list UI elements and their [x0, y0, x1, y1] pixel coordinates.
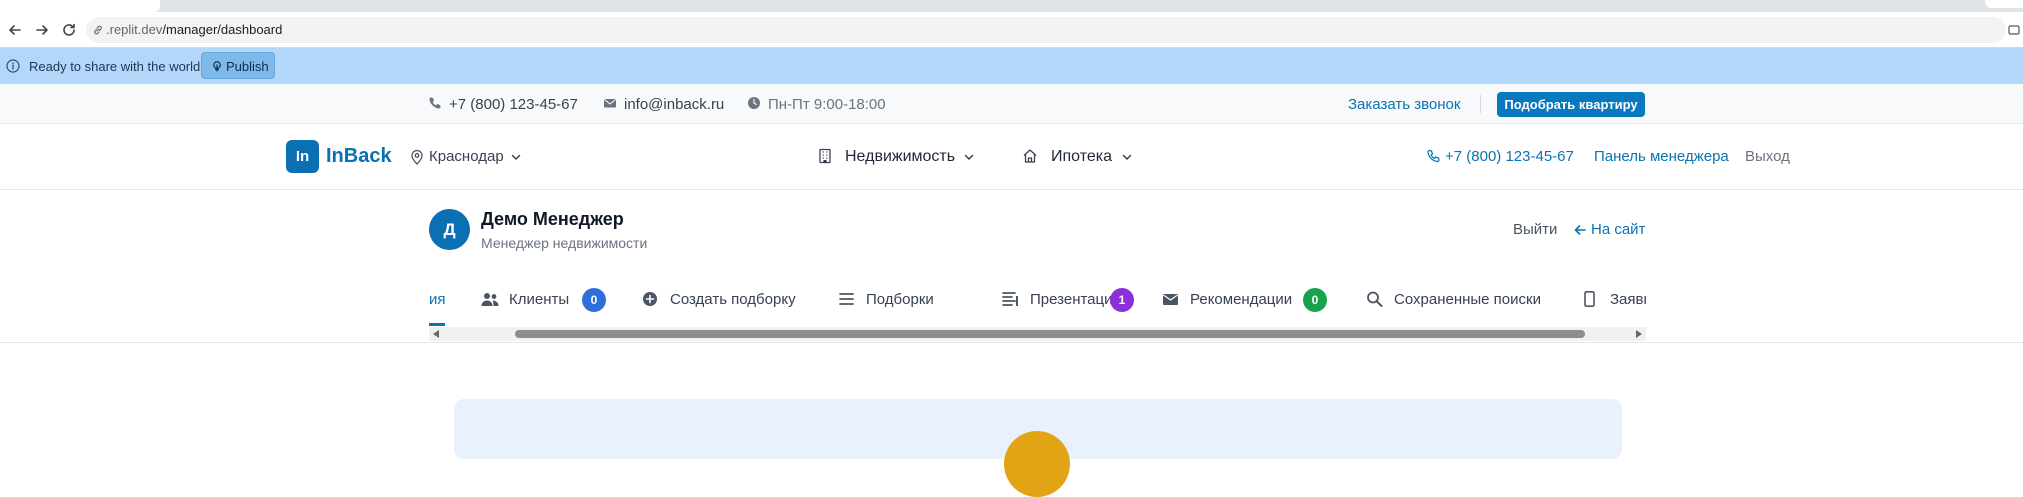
- forward-arrow-icon[interactable]: [33, 21, 51, 39]
- menu-mortgage[interactable]: Ипотека: [1051, 148, 1112, 166]
- city-selector[interactable]: Краснодар: [429, 148, 504, 165]
- tab-presentations[interactable]: Презентации 1: [1002, 288, 1138, 312]
- tab-saved-searches[interactable]: Сохраненные поиски: [1366, 288, 1546, 312]
- active-tab-indicator: [429, 323, 445, 326]
- avatar: Д: [429, 209, 470, 250]
- tab-clients[interactable]: Клиенты 0: [481, 288, 607, 312]
- logo-text[interactable]: InBack: [326, 145, 392, 168]
- tab-label: Сохраненные поиски: [1394, 291, 1541, 308]
- tab-selections[interactable]: Подборки: [838, 288, 936, 312]
- menu-realty[interactable]: Недвижимость: [845, 148, 955, 166]
- presentations-count-badge: 1: [1110, 288, 1134, 312]
- tab-label: Заявки: [1610, 291, 1646, 308]
- building-icon: [817, 148, 833, 164]
- envelope-icon: [1162, 291, 1180, 307]
- reload-icon[interactable]: [60, 21, 78, 39]
- site-info-icon[interactable]: [92, 24, 104, 36]
- url-field[interactable]: .replit.dev/manager/dashboard: [86, 17, 2006, 43]
- publish-label: Publish: [226, 59, 269, 74]
- topbar-hours: Пн-Пт 9:00-18:00: [768, 96, 886, 113]
- mobile-icon: [1582, 291, 1600, 307]
- plus-circle-icon: [642, 291, 660, 307]
- manager-name: Демо Менеджер: [481, 209, 624, 229]
- back-arrow-icon[interactable]: [6, 21, 24, 39]
- presentation-icon: [1002, 291, 1020, 307]
- scroll-left-arrow-icon[interactable]: [433, 330, 439, 338]
- manager-role: Менеджер недвижимости: [481, 235, 648, 251]
- tab-label: Рекомендации: [1190, 291, 1293, 308]
- hero-avatar-circle: [1004, 431, 1070, 497]
- search-icon: [1366, 291, 1384, 307]
- location-pin-icon: [410, 149, 424, 165]
- publish-button[interactable]: Publish: [201, 52, 275, 79]
- topbar-phone[interactable]: +7 (800) 123-45-67: [449, 96, 578, 113]
- header-phone[interactable]: +7 (800) 123-45-67: [1445, 148, 1574, 165]
- info-icon: [6, 59, 20, 73]
- browser-tab-right[interactable]: [1985, 0, 2023, 8]
- list-icon: [838, 291, 856, 307]
- extension-icon[interactable]: [2007, 23, 2021, 37]
- topbar-email[interactable]: info@inback.ru: [624, 96, 724, 113]
- scrollbar-thumb[interactable]: [515, 330, 1585, 338]
- url-text: .replit.dev/manager/dashboard: [106, 22, 283, 37]
- callback-link[interactable]: Заказать звонок: [1348, 96, 1460, 113]
- publish-banner: Ready to share with the world? Publish: [0, 48, 2023, 84]
- arrow-left-icon[interactable]: [1573, 223, 1587, 237]
- tab-label: Подборки: [866, 291, 934, 308]
- pick-apartment-button[interactable]: Подобрать квартиру: [1497, 92, 1645, 117]
- tab-label: Презентации: [1030, 291, 1121, 308]
- logo-mark[interactable]: In: [286, 140, 319, 173]
- browser-active-tab[interactable]: [0, 0, 160, 12]
- header-exit-link[interactable]: Выход: [1745, 148, 1790, 165]
- tabs-divider: [0, 342, 2023, 343]
- tab-label: Создать подборку: [670, 291, 796, 308]
- contact-bar: +7 (800) 123-45-67 info@inback.ru Пн-Пт …: [0, 84, 2023, 124]
- clock-icon: [747, 96, 761, 110]
- site-header: In InBack Краснодар Недвижимость Ипотека…: [0, 124, 2023, 190]
- back-to-site-link[interactable]: На сайт: [1591, 221, 1645, 238]
- dashboard-tabs: ия Клиенты 0 Создать подборку Подборки П…: [429, 276, 1646, 332]
- topbar-divider: [1480, 95, 1481, 113]
- tab-create-selection[interactable]: Создать подборку: [642, 288, 802, 312]
- banner-message: Ready to share with the world?: [29, 59, 208, 74]
- tab-active-partial[interactable]: ия: [429, 291, 446, 308]
- scroll-right-arrow-icon[interactable]: [1636, 330, 1642, 338]
- tab-recommendations[interactable]: Рекомендации 0: [1162, 288, 1332, 312]
- phone-icon: [1426, 149, 1441, 164]
- clients-count-badge: 0: [582, 288, 606, 312]
- tab-requests[interactable]: Заявки: [1582, 288, 1646, 312]
- tab-label: Клиенты: [509, 291, 570, 308]
- recommendations-count-badge: 0: [1303, 288, 1327, 312]
- manager-panel-link[interactable]: Панель менеджера: [1594, 148, 1729, 165]
- home-icon: [1022, 148, 1038, 164]
- tabs-scrollbar[interactable]: [429, 327, 1646, 341]
- chevron-down-icon[interactable]: [1121, 151, 1133, 163]
- mail-icon: [603, 96, 617, 110]
- browser-address-bar: .replit.dev/manager/dashboard: [0, 12, 2023, 48]
- logout-link[interactable]: Выйти: [1513, 221, 1557, 238]
- chevron-down-icon[interactable]: [963, 151, 975, 163]
- browser-tab-strip: [0, 0, 2023, 12]
- users-icon: [481, 291, 499, 307]
- publish-icon: [211, 60, 223, 72]
- phone-icon: [428, 96, 442, 110]
- chevron-down-icon[interactable]: [510, 151, 522, 163]
